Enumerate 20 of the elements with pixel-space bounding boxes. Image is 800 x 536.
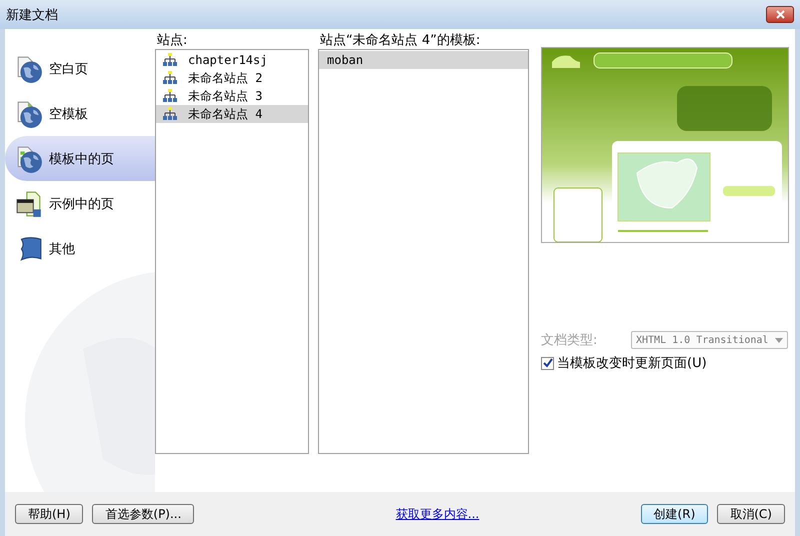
update-checkbox-label: 当模板改变时更新页面(U) bbox=[557, 355, 707, 372]
site-item[interactable]: chapter14sj bbox=[156, 51, 308, 69]
dialog-button[interactable]: 首选参数(P)... bbox=[92, 504, 194, 524]
dialog-button[interactable]: 取消(C) bbox=[717, 504, 785, 524]
document-type-label: 文档类型: bbox=[541, 332, 598, 349]
templates-label: 站点“未命名站点 4”的模板: bbox=[319, 32, 482, 49]
template-item[interactable]: moban bbox=[319, 51, 528, 69]
more-content-link[interactable]: 获取更多内容... bbox=[356, 506, 480, 522]
site-item[interactable]: 未命名站点 3 bbox=[156, 87, 308, 105]
category-item[interactable]: 示例中的页 bbox=[5, 181, 155, 226]
dialog-button[interactable]: 帮助(H) bbox=[15, 504, 84, 524]
category-item[interactable]: 其他 bbox=[5, 226, 155, 271]
category-item[interactable]: 空模板 bbox=[5, 91, 155, 136]
site-item[interactable]: 未命名站点 4 bbox=[156, 105, 308, 123]
sites-label: 站点: bbox=[156, 32, 188, 49]
category-item[interactable]: 模板中的页 bbox=[5, 136, 155, 181]
window-title: 新建文档 bbox=[6, 6, 58, 24]
site-item[interactable]: 未命名站点 2 bbox=[156, 69, 308, 87]
category-item[interactable]: 空白页 bbox=[5, 46, 155, 91]
dialog-button[interactable]: 创建(R) bbox=[640, 504, 708, 524]
